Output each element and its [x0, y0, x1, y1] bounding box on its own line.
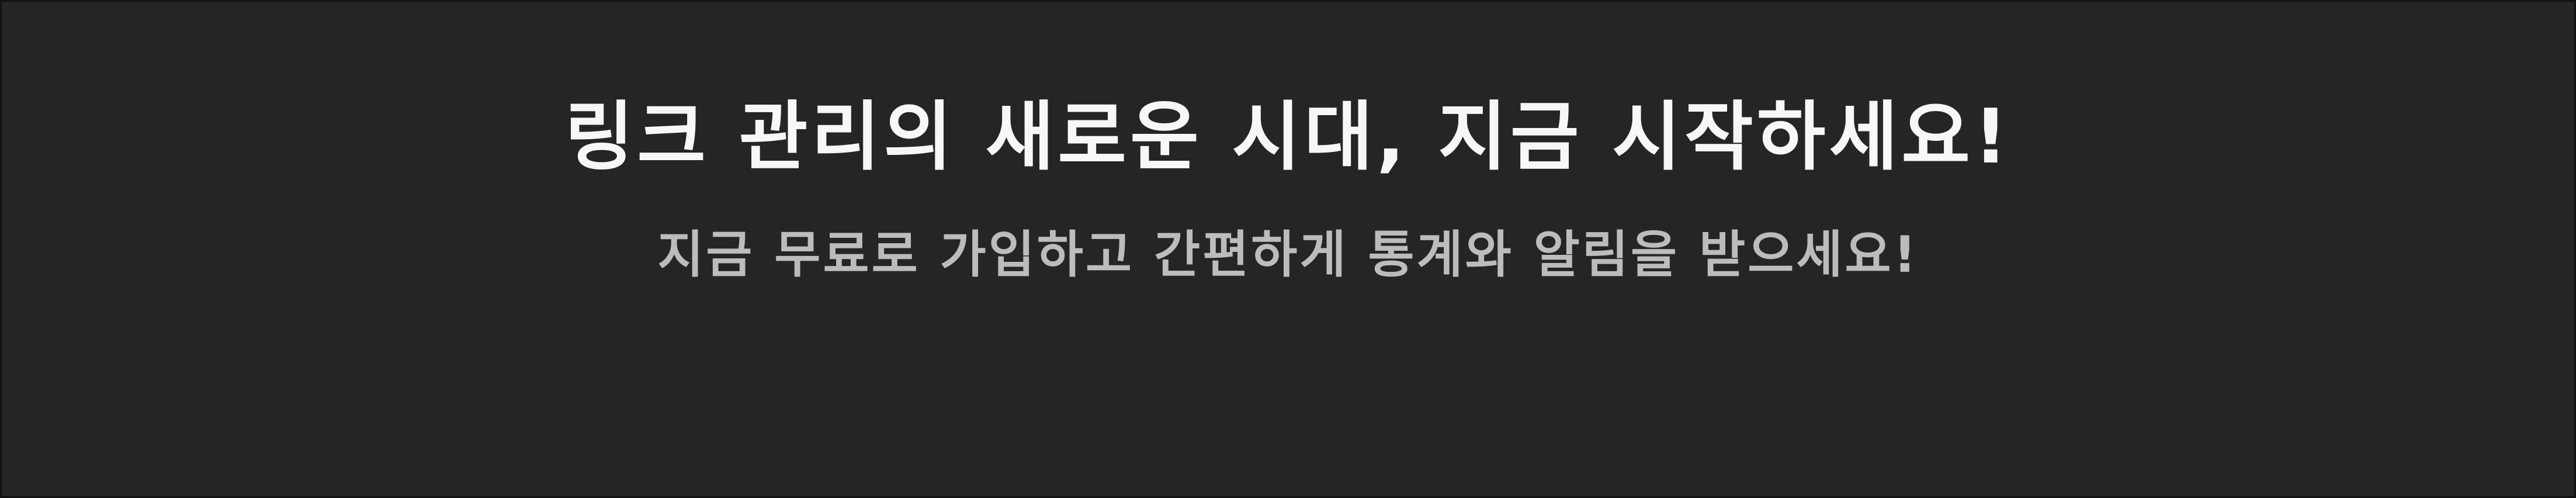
promo-banner: 링크 관리의 새로운 시대, 지금 시작하세요! 지금 무료로 가입하고 간편하… [0, 0, 2576, 498]
banner-headline: 링크 관리의 새로운 시대, 지금 시작하세요! [564, 94, 2012, 181]
banner-subline: 지금 무료로 가입하고 간편하게 통계와 알림을 받으세요! [657, 226, 1919, 284]
